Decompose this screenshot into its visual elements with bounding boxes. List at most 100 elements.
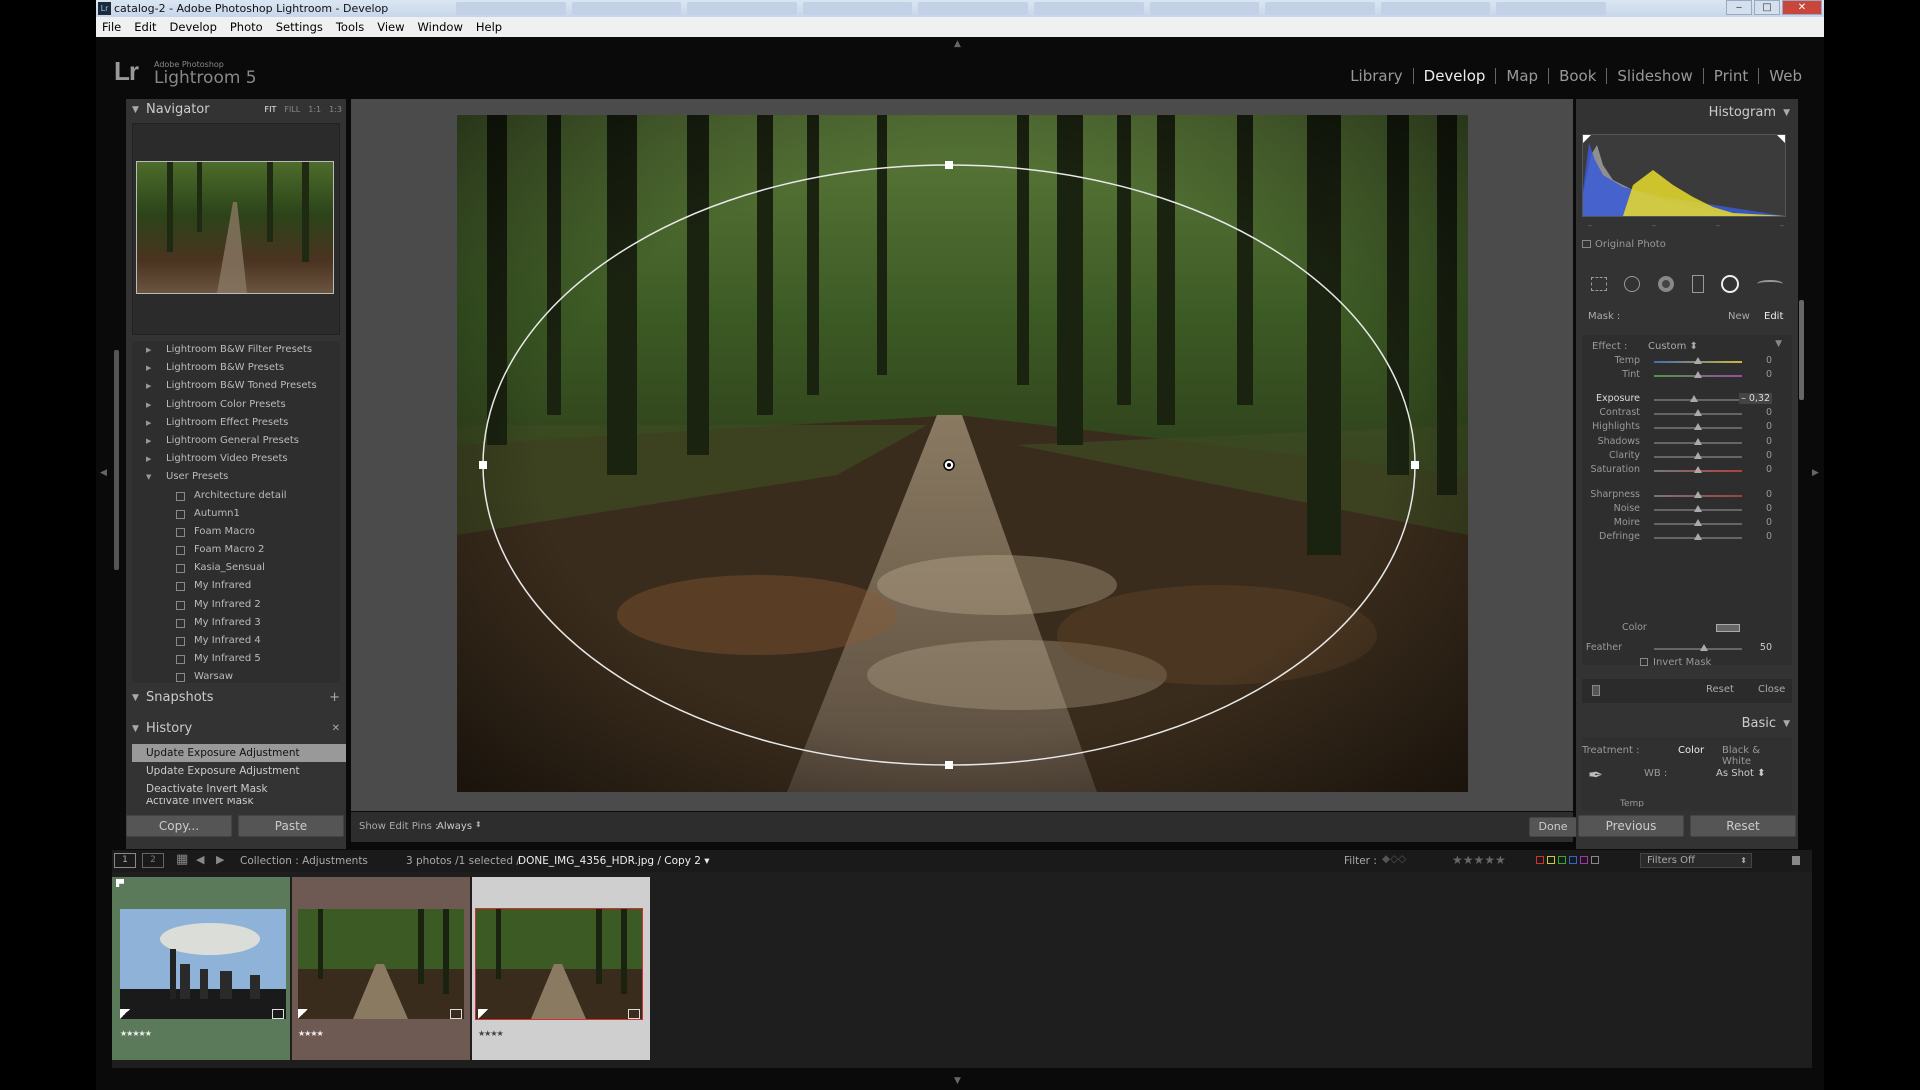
treatment-color[interactable]: Color [1678,745,1704,756]
noise-slider[interactable]: Noise 0 [1582,503,1792,517]
wb-eyedropper-icon[interactable]: ✒ [1588,765,1603,786]
flag-filter-icons[interactable]: ◆◇◇ [1382,853,1406,865]
slider-knob[interactable] [1694,409,1702,416]
tint-slider[interactable]: Tint 0 [1582,369,1792,383]
menu-tools[interactable]: Tools [334,20,366,34]
feather-slider[interactable]: Feather 50 [1576,642,1786,656]
menu-settings[interactable]: Settings [274,20,325,34]
collection-name[interactable]: Collection : Adjustments [240,855,368,867]
basic-header[interactable]: Basic ▼ [1576,713,1796,735]
mask-edit-button[interactable]: Edit [1764,311,1783,322]
moire-slider[interactable]: Moire 0 [1582,517,1792,531]
filmstrip-thumbnail[interactable]: ★★★★★ [112,877,290,1060]
module-library[interactable]: Library [1340,68,1414,84]
slider-knob[interactable] [1694,491,1702,498]
clarity-slider[interactable]: Clarity 0 [1582,450,1792,464]
preset-item[interactable]: Foam Macro [132,523,340,541]
slider-knob[interactable] [1694,466,1702,473]
purple-label-icon[interactable] [1580,856,1588,864]
menu-develop[interactable]: Develop [168,20,219,34]
color-swatch[interactable] [1716,624,1740,632]
close-window-button[interactable]: ✕ [1782,0,1822,15]
graduated-filter-tool-icon[interactable] [1691,275,1704,293]
preset-item[interactable]: Autumn1 [132,505,340,523]
right-panel-toggle-icon[interactable]: ▶ [1812,468,1819,478]
filters-select[interactable]: Filters Off ⬍ [1640,853,1752,868]
show-edit-pins-select[interactable]: Always [437,821,472,832]
temp-slider[interactable]: Temp 0 [1582,355,1792,369]
mask-switch-icon[interactable] [1592,685,1600,696]
preset-item[interactable]: My Infrared 5 [132,650,340,668]
selected-filename[interactable]: DONE_IMG_4356_HDR.jpg / Copy 2 ▾ [518,855,710,867]
effect-preset-select[interactable]: Custom ⬍ [1648,341,1698,352]
color-label-filters[interactable] [1536,856,1599,864]
highlights-slider[interactable]: Highlights 0 [1582,421,1792,435]
preset-folder[interactable]: ▶ Lightroom Video Presets [132,450,340,468]
gray-label-icon[interactable] [1591,856,1599,864]
collapse-bottom-arrow-icon[interactable]: ▼ [954,1076,961,1086]
history-header[interactable]: ▼ History ✕ [126,718,346,740]
right-panel-scrollbar[interactable] [1799,300,1804,400]
done-button[interactable]: Done [1529,817,1577,837]
exposure-slider[interactable]: Exposure – 0,32 [1582,393,1792,407]
mask-reset-button[interactable]: Reset [1706,684,1734,695]
preset-folder[interactable]: ▶ Lightroom Effect Presets [132,414,340,432]
radial-filter-tool-icon[interactable] [1721,275,1740,293]
yellow-label-icon[interactable] [1547,856,1555,864]
slider-knob[interactable] [1700,644,1708,651]
zoom-1-3[interactable]: 1:3 [329,99,342,121]
previous-button[interactable]: Previous [1578,815,1684,837]
module-develop[interactable]: Develop [1414,68,1497,84]
module-web[interactable]: Web [1759,68,1812,84]
module-print[interactable]: Print [1704,68,1760,84]
slider-knob[interactable] [1694,438,1702,445]
preset-folder-user[interactable]: ▼ User Presets [132,468,340,486]
invert-mask-toggle[interactable]: Invert Mask [1640,657,1711,668]
preset-item[interactable]: Foam Macro 2 [132,541,340,559]
preset-item[interactable]: Warsaw [132,668,340,686]
preset-item[interactable]: Kasia_Sensual [132,559,340,577]
history-item[interactable]: Deactivate Invert Mask [132,780,346,798]
histogram-graph[interactable] [1582,134,1786,217]
mask-close-button[interactable]: Close [1758,684,1785,695]
slider-knob[interactable] [1694,357,1702,364]
primary-window-button[interactable]: 1 [114,853,136,868]
adjustment-brush-tool-icon[interactable] [1757,280,1784,288]
zoom-fill[interactable]: FILL [284,99,300,121]
menu-photo[interactable]: Photo [228,20,265,34]
reset-button[interactable]: Reset [1690,815,1796,837]
grid-view-icon[interactable]: ▦ [176,852,188,867]
slider-knob[interactable] [1694,533,1702,540]
module-book[interactable]: Book [1549,68,1608,84]
left-panel-scrollbar[interactable] [114,350,119,570]
effect-collapse-icon[interactable]: ▼ [1775,339,1782,349]
slider-track[interactable] [1654,648,1742,650]
history-item[interactable]: Update Exposure Adjustment [132,762,346,780]
lock-icon[interactable] [1792,856,1800,865]
filmstrip-thumbnail-selected[interactable]: ★★★★ [472,877,650,1060]
menu-help[interactable]: Help [474,20,504,34]
clear-history-icon[interactable]: ✕ [332,718,340,740]
preset-item[interactable]: My Infrared 4 [132,632,340,650]
preset-folder[interactable]: ▶ Lightroom B&W Presets [132,359,340,377]
add-snapshot-icon[interactable]: + [329,687,340,709]
left-panel-toggle-icon[interactable]: ◀ [100,468,107,478]
menu-edit[interactable]: Edit [132,20,158,34]
saturation-slider[interactable]: Saturation 0 [1582,464,1792,478]
module-slideshow[interactable]: Slideshow [1607,68,1704,84]
back-arrow-icon[interactable]: ◀ [196,853,204,866]
snapshots-header[interactable]: ▼ Snapshots + [126,687,346,709]
mask-new-button[interactable]: New [1728,311,1750,322]
preset-item[interactable]: My Infrared [132,577,340,595]
spot-removal-tool-icon[interactable] [1624,276,1641,292]
paste-settings-button[interactable]: Paste [238,815,344,837]
preset-folder[interactable]: ▶ Lightroom B&W Filter Presets [132,341,340,359]
slider-knob[interactable] [1694,519,1702,526]
blue-label-icon[interactable] [1569,856,1577,864]
slider-knob[interactable] [1694,505,1702,512]
preset-item[interactable]: My Infrared 3 [132,614,340,632]
contrast-slider[interactable]: Contrast 0 [1582,407,1792,421]
preset-folder[interactable]: ▶ Lightroom General Presets [132,432,340,450]
slider-knob[interactable] [1690,395,1699,402]
original-photo-toggle[interactable]: Original Photo [1582,239,1666,250]
